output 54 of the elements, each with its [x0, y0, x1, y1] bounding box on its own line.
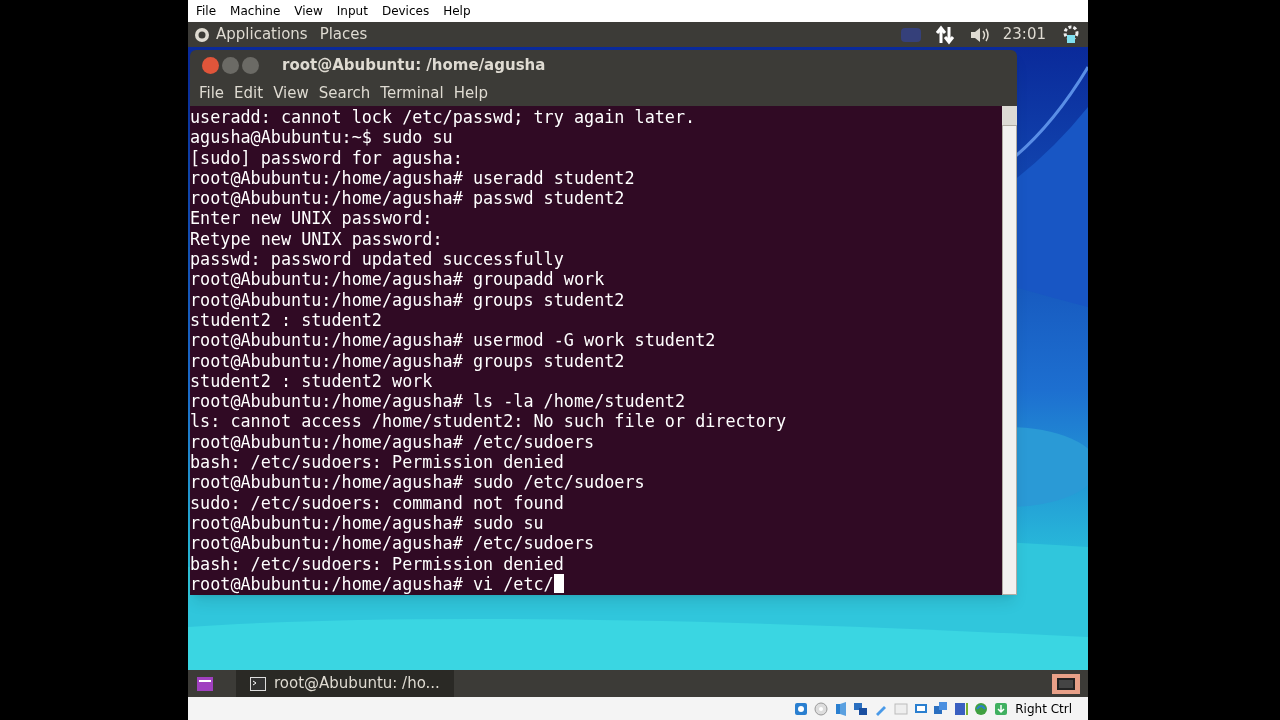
- terminal-line: useradd: cannot lock /etc/passwd; try again later.: [190, 107, 696, 128]
- terminal-line: root@Abubuntu:/home/agusha# groups student2: [190, 289, 625, 310]
- desktop-icon[interactable]: [196, 675, 214, 692]
- terminal-line: root@Abubuntu:/home/agusha# /etc/sudoers: [190, 431, 595, 453]
- terminal-line: root@Abubuntu:/home/agusha# usermod -G work student2: [190, 330, 716, 351]
- menu-item[interactable]: File: [190, 2, 223, 20]
- terminal-line: agusha@Abubuntu:~$ sudo su: [190, 127, 453, 148]
- close-button[interactable]: [202, 56, 219, 74]
- window-title: root@Abubuntu: /home/agusha: [282, 54, 546, 76]
- terminal-icon: [250, 676, 266, 691]
- terminal-line: passwd: password updated successfully: [190, 249, 564, 270]
- panel-menu[interactable]: Applications: [216, 23, 308, 46]
- menu-item[interactable]: Devices: [375, 2, 436, 20]
- terminal-line: root@Abubuntu:/home/agusha# groupadd work: [190, 269, 605, 290]
- terminal-line: root@Abubuntu:/home/agusha# sudo /etc/sudoers: [190, 472, 645, 493]
- menu-item[interactable]: Machine: [224, 2, 287, 20]
- terminal-icon[interactable]: [1052, 673, 1080, 694]
- network-arrows-icon[interactable]: [934, 24, 955, 45]
- terminal-line: root@Abubuntu:/home/agusha# passwd student2: [190, 188, 625, 209]
- panel-menu[interactable]: Places: [319, 23, 368, 46]
- menu-item[interactable]: Search: [313, 81, 376, 105]
- maximize-button[interactable]: [242, 56, 259, 74]
- terminal-line: root@Abubuntu:/home/agusha# sudo su: [190, 512, 544, 534]
- terminal-line: root@Abubuntu:/home/agusha# /etc/sudoers: [190, 533, 595, 554]
- terminal-line: ls: cannot access /home/student2: No such file or directory: [190, 411, 787, 432]
- terminal-line: root@Abubuntu:/home/agusha# vi /etc/: [190, 573, 554, 595]
- terminal-line: root@Abubuntu:/home/agusha# groups student2: [190, 350, 625, 371]
- taskbar-window-button[interactable]: root@Abubuntu: /ho...: [236, 670, 454, 697]
- minimize-button[interactable]: [222, 56, 239, 74]
- menu-item[interactable]: Terminal: [375, 81, 449, 105]
- menu-item[interactable]: Help: [437, 2, 477, 20]
- terminal-line: Retype new UNIX password:: [190, 228, 443, 250]
- menu-item[interactable]: Edit: [229, 81, 269, 105]
- menu-item[interactable]: View: [268, 81, 314, 105]
- terminal-line: root@Abubuntu:/home/agusha# ls -la /home/student2: [190, 391, 686, 412]
- ubuntu-logo-icon[interactable]: [194, 26, 210, 43]
- menu-item[interactable]: File: [194, 81, 230, 105]
- terminal-line: student2 : student2: [190, 309, 382, 331]
- download-icon[interactable]: [993, 700, 1010, 717]
- menu-item[interactable]: Input: [330, 2, 374, 20]
- cd-icon[interactable]: [813, 700, 830, 717]
- terminal-line: bash: /etc/sudoers: Permission denied: [190, 452, 564, 473]
- menu-item[interactable]: Help: [448, 81, 493, 105]
- terminal-line: sudo: /etc/sudoers: command not found: [190, 492, 564, 513]
- clock[interactable]: 23:01: [1002, 23, 1046, 46]
- terminal-line: Enter new UNIX password:: [190, 208, 433, 229]
- terminal-line: root@Abubuntu:/home/agusha# useradd student2: [190, 167, 635, 189]
- terminal-line: [sudo] password for agusha:: [190, 147, 463, 168]
- scrollbar[interactable]: [1002, 106, 1017, 595]
- host-key-label: Right Ctrl: [1015, 700, 1072, 718]
- terminal-line: bash: /etc/sudoers: Permission denied: [190, 553, 564, 574]
- volume-icon[interactable]: [968, 25, 991, 44]
- terminal-line: student2 : student2 work: [190, 370, 433, 392]
- menu-item[interactable]: View: [288, 2, 329, 20]
